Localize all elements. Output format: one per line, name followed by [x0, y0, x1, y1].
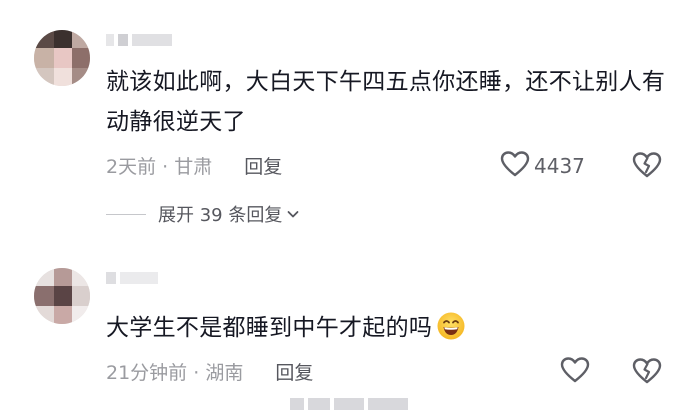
- heart-outline-icon: [560, 356, 590, 388]
- like-count: 4437: [534, 154, 585, 178]
- comment-location: 甘肃: [174, 156, 213, 178]
- grinning-face-emoji-icon: [436, 311, 466, 341]
- chevron-down-icon: [286, 207, 300, 221]
- comment-time: 21分钟前: [106, 362, 188, 384]
- dislike-button[interactable]: [632, 151, 662, 183]
- reply-button[interactable]: 回复: [275, 362, 313, 384]
- comment-text: 就该如此啊，大白天下午四五点你还睡，还不让别人有动静很逆天了: [106, 69, 666, 135]
- reply-button[interactable]: 回复: [244, 156, 282, 178]
- username[interactable]: [106, 34, 172, 48]
- expand-divider: [106, 213, 146, 215]
- blurred-watermark: [290, 395, 410, 413]
- expand-replies-button[interactable]: 展开 39 条回复: [106, 201, 300, 227]
- broken-heart-icon: [632, 358, 662, 389]
- username[interactable]: [106, 272, 158, 286]
- expand-replies-label: 展开 39 条回复: [158, 205, 283, 226]
- avatar[interactable]: [34, 268, 90, 324]
- like-button[interactable]: 4437: [500, 150, 585, 182]
- meta-separator: ·: [162, 156, 169, 178]
- meta-separator: ·: [193, 362, 200, 384]
- comment-time: 2天前: [106, 156, 157, 178]
- dislike-button[interactable]: [632, 357, 662, 389]
- comment-item: 大学生不是都睡到中午才起的吗 21分钟前 · 湖南 回复: [0, 250, 690, 400]
- like-button[interactable]: [560, 356, 590, 388]
- comment-text-content: 大学生不是都睡到中午才起的吗: [106, 315, 433, 341]
- comment-meta: 21分钟前 · 湖南 回复: [106, 358, 313, 385]
- avatar[interactable]: [34, 30, 90, 86]
- comment-text: 大学生不是都睡到中午才起的吗: [106, 308, 666, 348]
- comment-meta: 2天前 · 甘肃 回复: [106, 152, 282, 179]
- heart-outline-icon: [500, 150, 530, 182]
- comment-location: 湖南: [205, 362, 244, 384]
- comment-item: 就该如此啊，大白天下午四五点你还睡，还不让别人有动静很逆天了 2天前 · 甘肃 …: [0, 0, 690, 240]
- broken-heart-icon: [632, 152, 662, 183]
